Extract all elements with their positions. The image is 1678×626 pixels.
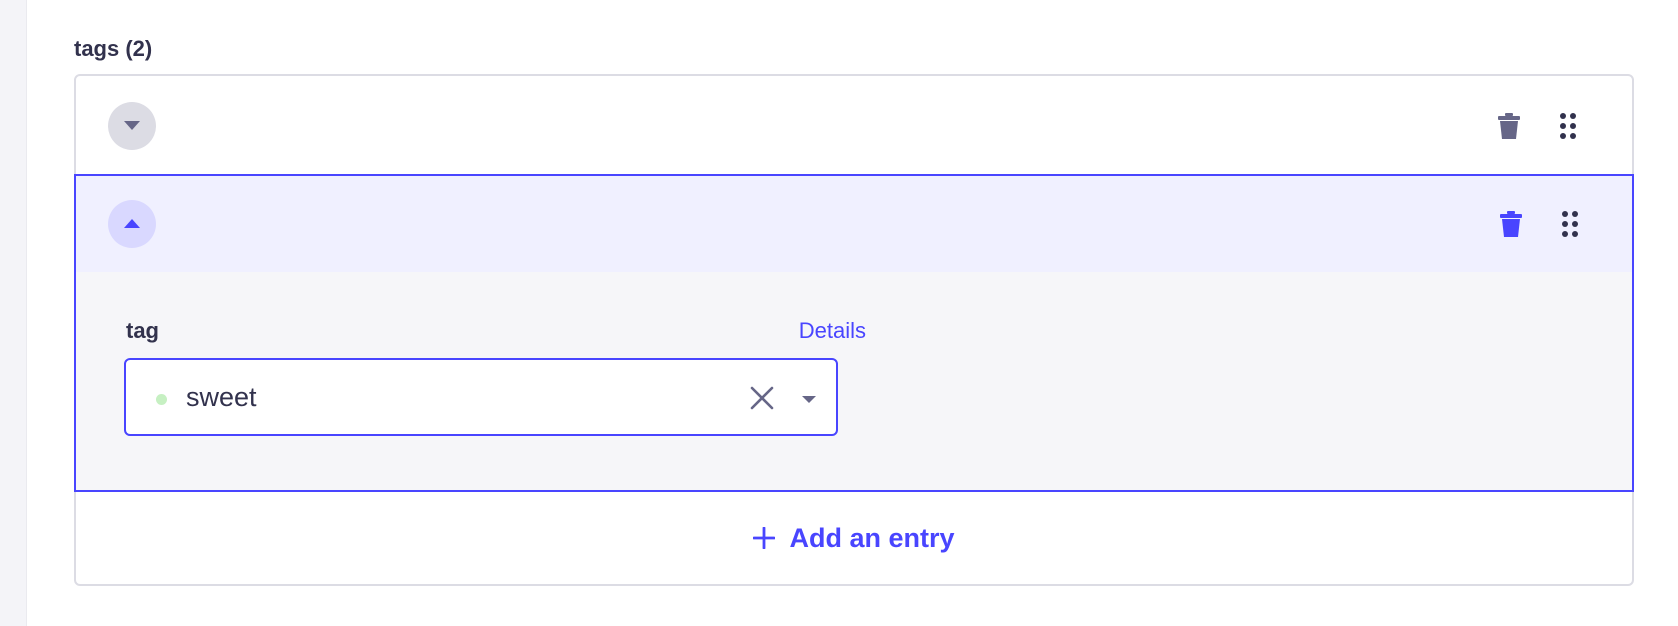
drag-entry-2-handle[interactable]: [1562, 211, 1578, 237]
delete-entry-1-button[interactable]: [1498, 113, 1520, 139]
entry-2-header: [76, 176, 1632, 272]
chevron-down-icon: [124, 121, 140, 130]
open-dropdown-button[interactable]: [802, 392, 816, 403]
drag-entry-1-handle[interactable]: [1560, 113, 1576, 139]
clear-selection-button[interactable]: [748, 384, 776, 412]
delete-entry-2-button[interactable]: [1500, 211, 1522, 237]
close-icon: [750, 386, 774, 410]
drag-handle-icon: [1562, 211, 1578, 237]
left-sidebar-edge: [0, 0, 27, 626]
chevron-up-icon: [124, 219, 140, 228]
trash-icon: [1498, 113, 1520, 139]
tag-relation-select[interactable]: sweet: [124, 358, 838, 436]
entry-2-actions: [1500, 206, 1578, 242]
caret-down-icon: [802, 396, 816, 403]
plus-icon: [753, 527, 776, 549]
collapse-entry-2-button[interactable]: [108, 200, 156, 248]
entry-1-actions: [1498, 108, 1576, 144]
tags-field-label: tags (2): [74, 36, 153, 61]
add-entry-button[interactable]: Add an entry: [76, 492, 1632, 584]
tag-select-value: sweet: [186, 382, 257, 412]
drag-handle-icon: [1560, 113, 1576, 139]
expand-entry-1-button[interactable]: [108, 102, 156, 150]
status-dot: [156, 394, 167, 405]
add-entry-label: Add an entry: [789, 522, 955, 553]
tag-field-label: tag: [126, 318, 159, 343]
entry-row-1: [76, 76, 1632, 177]
entry-row-2: tag Details sweet: [74, 174, 1634, 492]
tags-repeatable-component: tag Details sweet Add an entry: [74, 74, 1634, 586]
trash-icon: [1500, 211, 1522, 237]
details-link[interactable]: Details: [766, 318, 866, 344]
